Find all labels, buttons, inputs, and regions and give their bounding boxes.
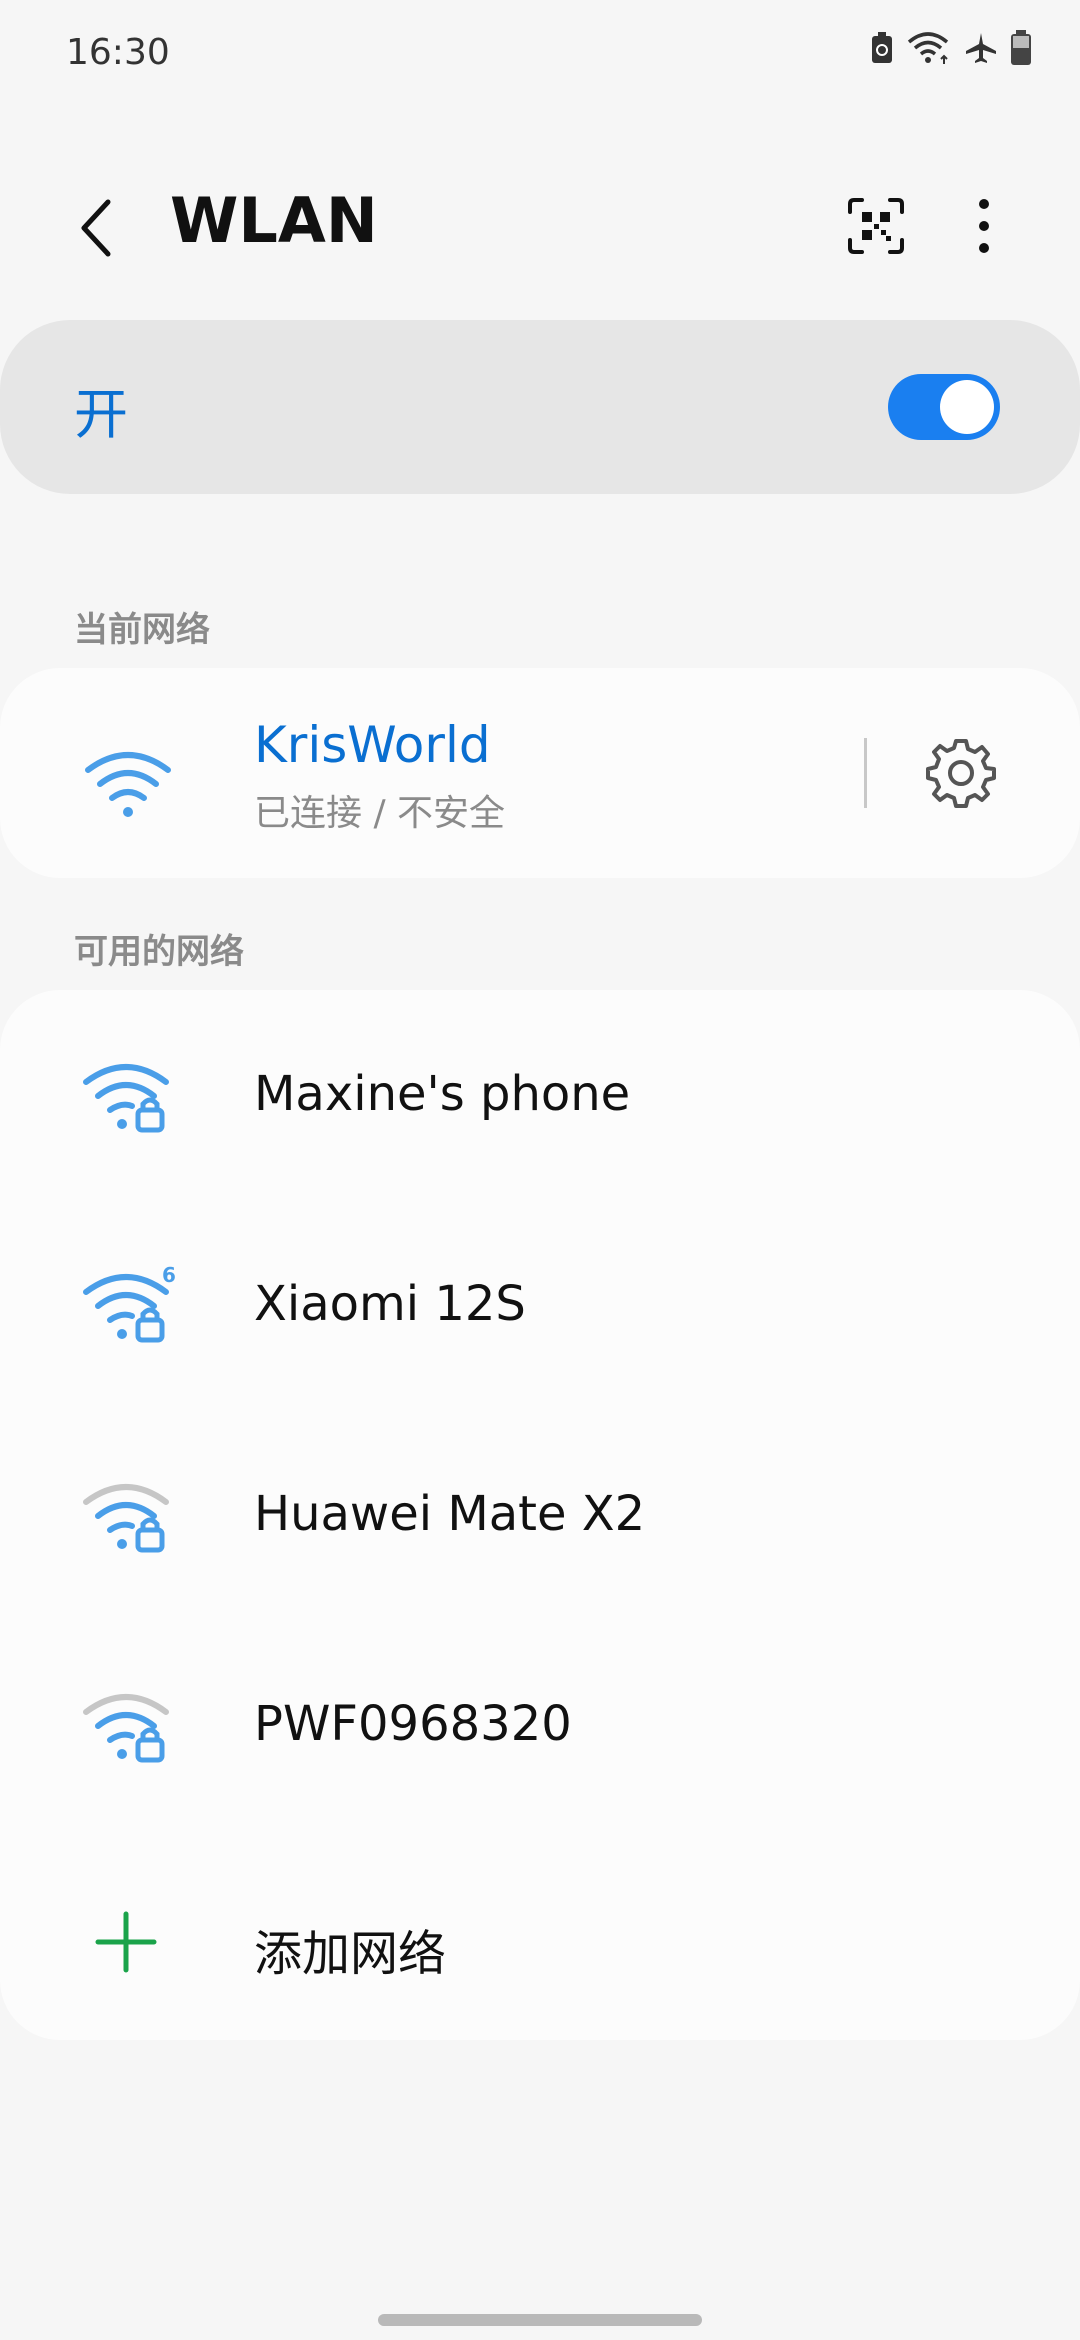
- home-indicator[interactable]: [378, 2314, 702, 2326]
- available-networks-section-label: 可用的网络: [74, 932, 244, 972]
- battery-saver-icon: [870, 31, 894, 65]
- network-name: Maxine's phone: [254, 1066, 631, 1122]
- back-button[interactable]: [60, 192, 132, 264]
- airplane-icon: [964, 31, 998, 65]
- qr-scan-button[interactable]: [840, 190, 912, 262]
- network-row[interactable]: 6 Xiaomi 12S: [0, 1200, 1080, 1410]
- current-network-status: 已连接 / 不安全: [254, 793, 506, 834]
- wlan-toggle-row[interactable]: 开: [0, 320, 1080, 494]
- divider: [864, 738, 867, 808]
- current-network-section-label: 当前网络: [74, 610, 210, 650]
- wifi-signal-icon: [906, 30, 952, 66]
- status-bar: 16:30: [0, 0, 1080, 110]
- wifi-icon: [85, 752, 171, 817]
- wifi-lock-icon: [83, 1694, 169, 1763]
- wifi-lock-icon: [83, 1484, 169, 1553]
- wlan-switch[interactable]: [888, 374, 1000, 440]
- wifi6-lock-icon: 6: [83, 1266, 176, 1343]
- wlan-toggle-label: 开: [74, 383, 128, 446]
- more-options-button[interactable]: [948, 190, 1020, 262]
- network-row[interactable]: PWF0968320: [0, 1620, 1080, 1830]
- add-network-label: 添加网络: [254, 1926, 447, 1982]
- status-icons: [870, 30, 1032, 66]
- more-vert-icon: [979, 199, 989, 253]
- network-row[interactable]: Huawei Mate X2: [0, 1410, 1080, 1620]
- wifi-lock-icon: [83, 1064, 169, 1133]
- gear-icon: [926, 739, 996, 808]
- network-row[interactable]: Maxine's phone: [0, 990, 1080, 1200]
- battery-icon: [1010, 30, 1032, 66]
- switch-knob: [940, 380, 994, 434]
- current-network-name: KrisWorld: [254, 716, 491, 774]
- network-settings-button[interactable]: [920, 732, 1002, 814]
- chevron-left-icon: [81, 199, 111, 257]
- svg-text:6: 6: [162, 1266, 176, 1287]
- network-name: PWF0968320: [254, 1696, 572, 1752]
- status-time: 16:30: [66, 32, 170, 73]
- page-title: WLAN: [170, 184, 378, 257]
- network-name: Xiaomi 12S: [254, 1276, 526, 1332]
- available-networks-card: Maxine's phone 6 Xiaomi 12S Huawei Mate …: [0, 990, 1080, 2040]
- plus-icon: [95, 1911, 157, 1973]
- app-bar: WLAN: [0, 170, 1080, 280]
- current-network-card[interactable]: KrisWorld 已连接 / 不安全: [0, 668, 1080, 878]
- network-name: Huawei Mate X2: [254, 1486, 646, 1542]
- qr-scan-icon: [848, 198, 904, 254]
- add-network-row[interactable]: 添加网络: [0, 1830, 1080, 2040]
